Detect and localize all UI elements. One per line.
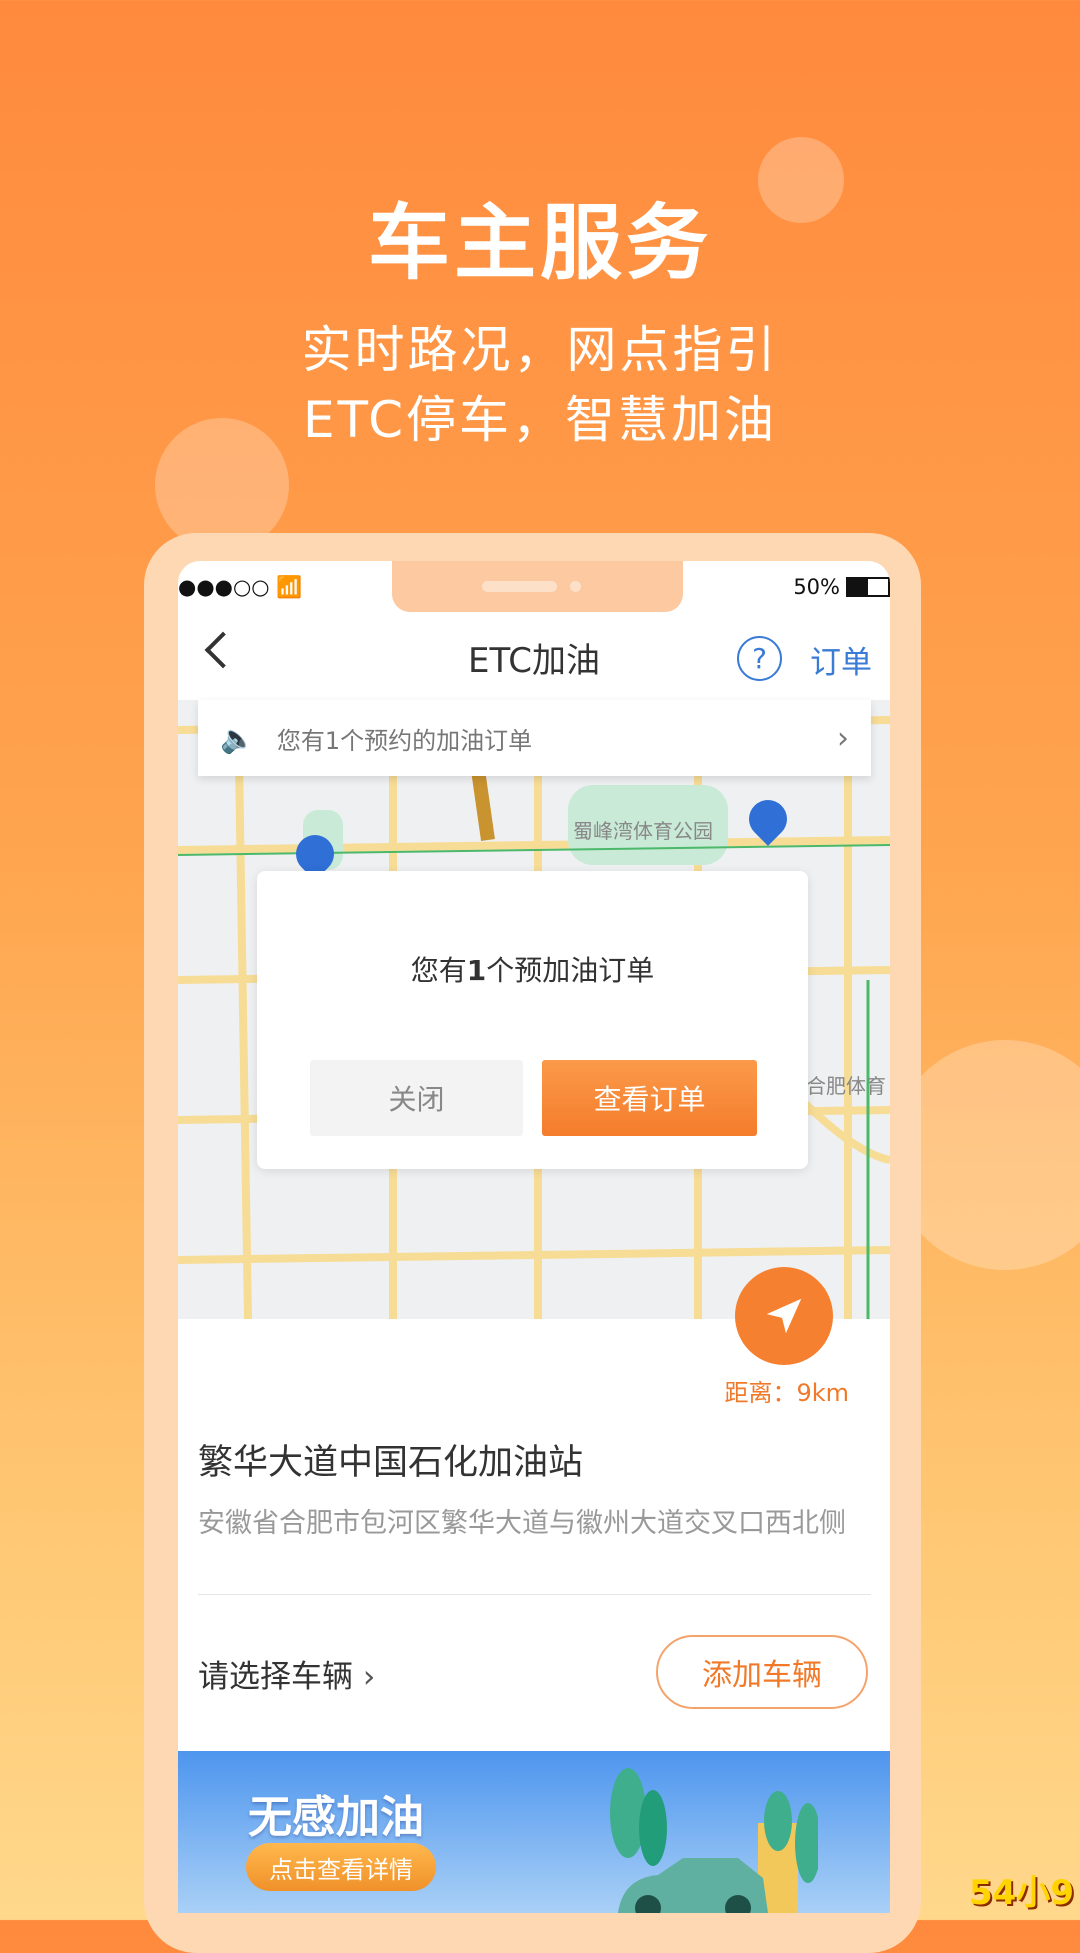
- wifi-icon: 📶: [276, 575, 303, 599]
- promo-banner[interactable]: 无感加油 点击查看详情: [178, 1751, 890, 1913]
- distance-label: 距离：9km: [724, 1379, 849, 1407]
- hero-title: 车主服务: [367, 196, 712, 291]
- map-label: 合肥体育: [806, 1074, 886, 1098]
- notice-text: 您有1个预约的加油订单: [276, 726, 533, 755]
- order-dialog: 您有1个预加油订单 关闭 查看订单: [257, 871, 808, 1169]
- navigate-button[interactable]: [735, 1267, 833, 1365]
- navigation-arrow-icon: [766, 1298, 802, 1334]
- order-notice-bar[interactable]: 🔈 您有1个预约的加油订单 ›: [198, 700, 871, 776]
- page-title: ETC加油: [468, 641, 600, 681]
- watermark-logo: 54小9: [969, 1873, 1074, 1913]
- speaker-icon: 🔈: [220, 721, 255, 755]
- view-order-button[interactable]: 查看订单: [542, 1060, 757, 1136]
- orders-link[interactable]: 订单: [810, 637, 872, 682]
- phone-screen: ●●●○○ 📶 50% ETC加油 ? 订单 蜀峰湾体育公园 合肥体育 🔈 您有…: [178, 561, 890, 1913]
- select-vehicle-link[interactable]: 请选择车辆 ›: [198, 1651, 375, 1696]
- car-illustration: [610, 1768, 818, 1913]
- add-vehicle-button[interactable]: 添加车辆: [656, 1635, 868, 1709]
- banner-title: 无感加油: [248, 1792, 424, 1843]
- banner-details-button[interactable]: 点击查看详情: [246, 1843, 436, 1891]
- help-icon[interactable]: ?: [737, 636, 782, 681]
- dialog-message: 您有1个预加油订单: [410, 954, 655, 987]
- chevron-right-icon: ›: [362, 1659, 376, 1695]
- battery-icon: [846, 577, 890, 597]
- phone-notch: [392, 561, 683, 612]
- map-label: 蜀峰湾体育公园: [573, 819, 713, 843]
- station-address: 安徽省合肥市包河区繁华大道与徽州大道交叉口西北侧: [198, 1508, 846, 1539]
- hero-subtitle-1: 实时路况，网点指引: [301, 321, 779, 379]
- chevron-right-icon: ›: [837, 720, 849, 756]
- station-name: 繁华大道中国石化加油站: [198, 1443, 584, 1483]
- signal-indicator: ●●●○○ 📶: [178, 575, 303, 599]
- close-button[interactable]: 关闭: [310, 1060, 523, 1136]
- hero-subtitle-2: ETC停车，智慧加油: [302, 391, 778, 449]
- battery-indicator: 50%: [793, 575, 890, 599]
- divider: [198, 1594, 871, 1595]
